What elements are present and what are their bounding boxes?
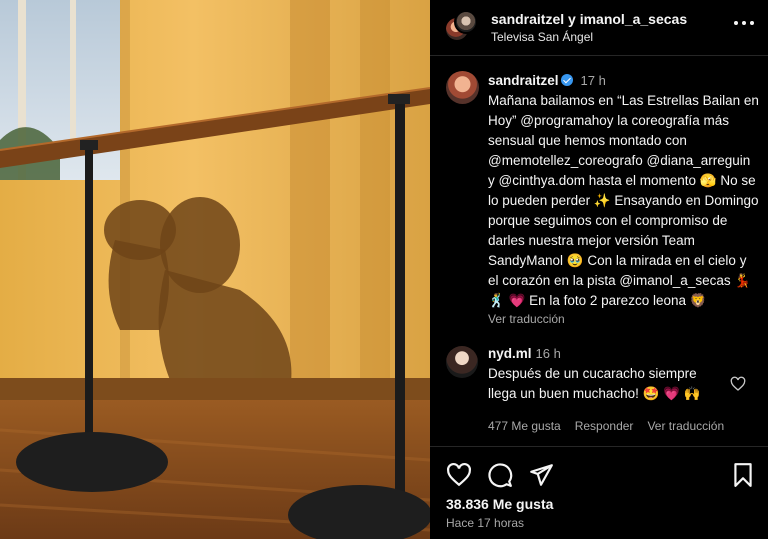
share-icon[interactable] — [528, 462, 554, 488]
translate-link[interactable]: Ver traducción — [488, 311, 760, 327]
comment-time[interactable]: 16 h — [536, 346, 561, 361]
post-caption: sandraitzel 17 h Mañana bailamos en “Las … — [446, 71, 760, 327]
more-icon[interactable] — [734, 20, 754, 26]
comment-translate-link[interactable]: Ver traducción — [647, 416, 724, 436]
post-authors[interactable]: sandraitzel y imanol_a_secas — [491, 11, 687, 27]
comment-heart-icon[interactable] — [730, 376, 746, 392]
comment-username[interactable]: nyd.ml — [488, 346, 532, 361]
reply-button[interactable]: Responder — [575, 416, 634, 436]
comment-icon[interactable] — [487, 462, 513, 488]
caption-text: Mañana bailamos en “Las Estrellas Bailan… — [488, 93, 763, 308]
heart-icon[interactable] — [446, 462, 472, 488]
post-photo[interactable] — [0, 0, 430, 539]
comment-text: Después de un cucaracho siempre llega un… — [488, 366, 701, 401]
post-image — [0, 0, 430, 539]
post-panel: sandraitzel y imanol_a_secas Televisa Sa… — [430, 0, 768, 539]
avatar[interactable] — [454, 10, 478, 34]
post-timestamp[interactable]: Hace 17 horas — [446, 516, 524, 530]
author-avatars[interactable] — [444, 10, 478, 44]
avatar[interactable] — [446, 71, 479, 104]
post-location[interactable]: Televisa San Ángel — [491, 30, 593, 44]
verified-badge-icon — [560, 74, 573, 86]
avatar[interactable] — [446, 346, 478, 378]
post-header: sandraitzel y imanol_a_secas Televisa Sa… — [430, 0, 768, 56]
caption-username[interactable]: sandraitzel — [488, 73, 559, 88]
likes-count[interactable]: 38.836 Me gusta — [446, 496, 553, 512]
bookmark-icon[interactable] — [730, 462, 756, 488]
comment-likes[interactable]: 477 Me gusta — [488, 416, 561, 436]
comment: nyd.ml 16 h Después de un cucaracho siemp… — [446, 344, 760, 436]
caption-time[interactable]: 17 h — [581, 73, 606, 88]
